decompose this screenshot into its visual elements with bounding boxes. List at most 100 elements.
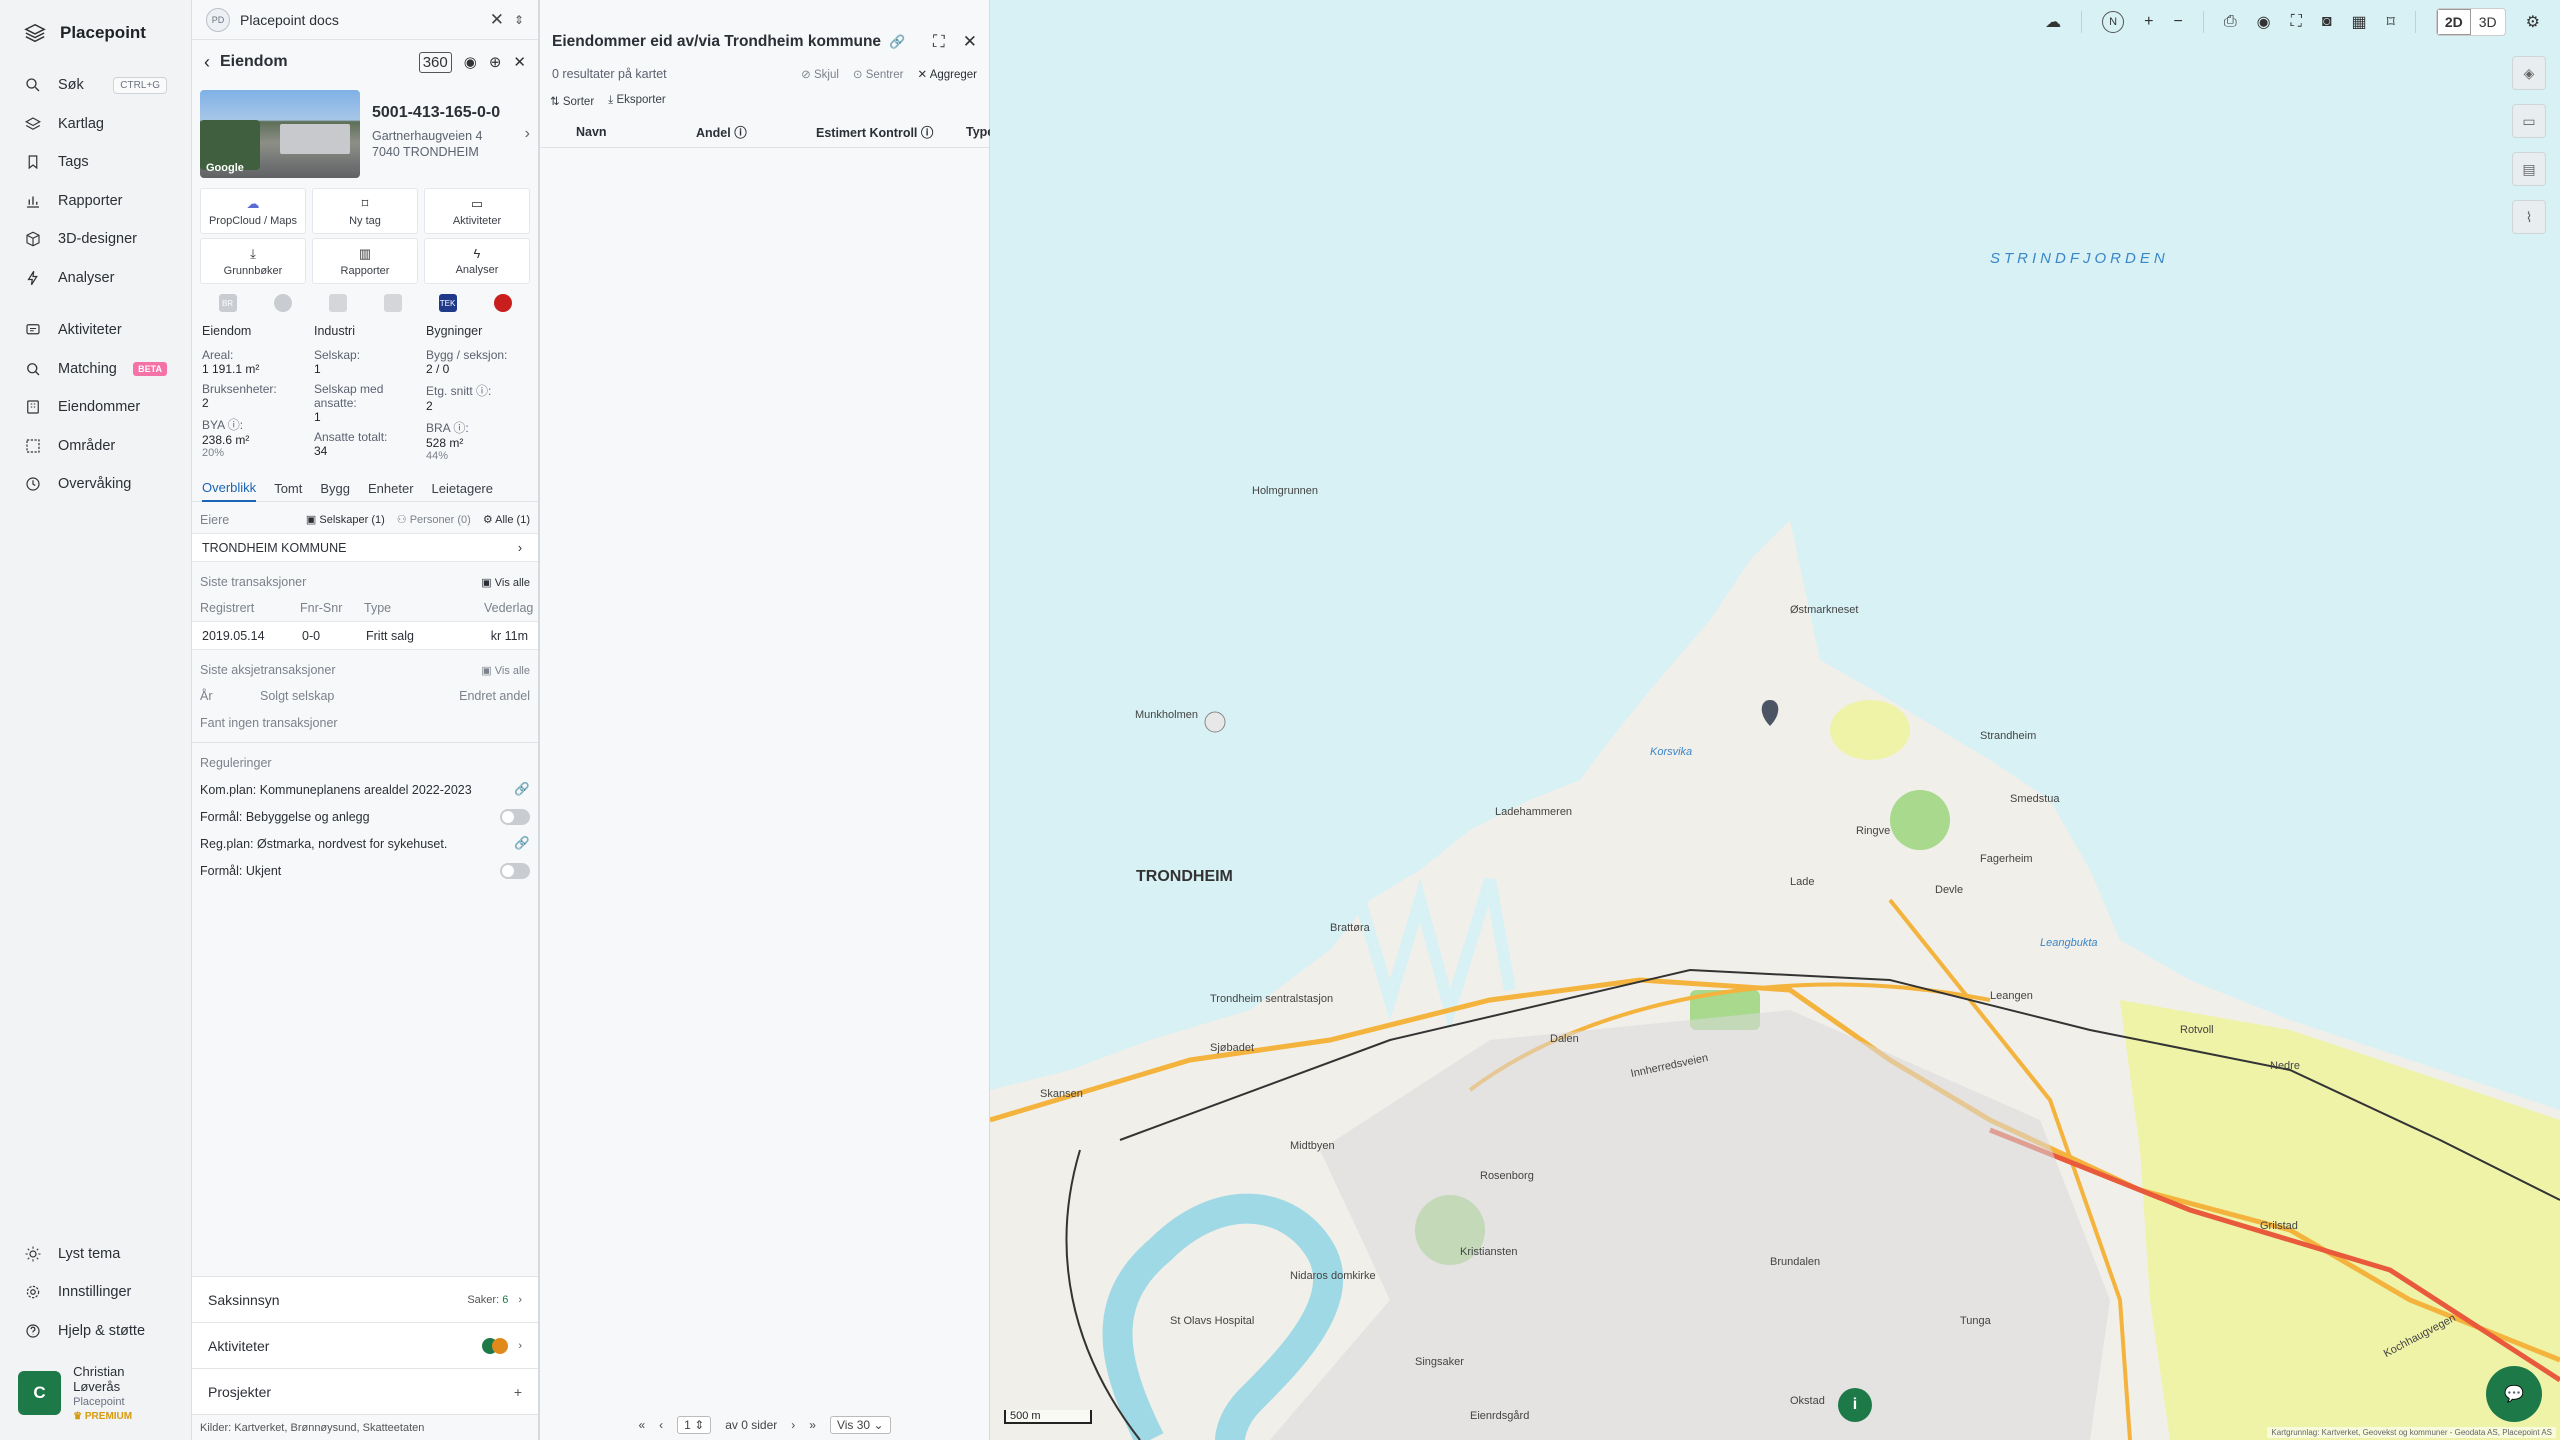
back-icon[interactable]: ‹ <box>204 52 210 73</box>
nav-item-eiendommer[interactable]: Eiendommer <box>0 388 191 427</box>
action-grunnbøker-button[interactable]: ⤓ Grunnbøker <box>200 238 306 284</box>
tab-tomt[interactable]: Tomt <box>274 476 302 502</box>
saksinnsyn-row[interactable]: Saksinnsyn Saker: 6 › <box>192 1276 538 1322</box>
settings-icon[interactable]: ⚙ <box>2526 12 2540 32</box>
add-icon[interactable]: ⊕ <box>489 53 502 71</box>
chart-icon <box>27 196 39 208</box>
tab-enheter[interactable]: Enheter <box>368 476 414 502</box>
user-profile[interactable]: C Christian Løverås Placepoint ♛ PREMIUM <box>0 1350 191 1440</box>
view-3d-button[interactable]: 3D <box>2470 9 2505 35</box>
north-icon[interactable]: N <box>2102 11 2125 33</box>
toggle-switch[interactable] <box>500 808 530 825</box>
owner-row[interactable]: TRONDHEIM KOMMUNE › <box>192 534 538 561</box>
action-aktiviteter-button[interactable]: ▭ Aktiviteter <box>424 188 530 234</box>
page-input[interactable]: 1 ⇕ <box>677 1416 712 1434</box>
house-icon[interactable] <box>493 294 512 312</box>
col-name[interactable]: Navn <box>576 125 696 139</box>
close-panel-icon[interactable]: ✕ <box>513 53 526 71</box>
grid-icon[interactable]: ▦ <box>2352 12 2367 32</box>
layers-toggle-icon[interactable]: ☁ <box>2045 12 2061 32</box>
nav-item-tags[interactable]: Tags <box>0 143 191 182</box>
action-ny-tag-button[interactable]: ⌑ Ny tag <box>312 188 418 234</box>
tab-leietagere[interactable]: Leietagere <box>432 476 493 502</box>
info-button[interactable]: i <box>1838 1388 1872 1422</box>
per-page-select[interactable]: Vis 30 ⌄ <box>829 1416 891 1434</box>
br-source-icon[interactable]: BR <box>218 294 237 312</box>
tab-overblikk[interactable]: Overblikk <box>202 476 257 502</box>
results-table-header: Navn Andel ⓘ Estimert Kontroll ⓘ Type <box>540 116 994 148</box>
updown-icon[interactable]: ⇕ <box>514 13 524 27</box>
col-control[interactable]: Estimert Kontroll ⓘ <box>816 122 966 141</box>
camera-icon[interactable]: ◙ <box>2322 13 2332 31</box>
aktiviteter-row[interactable]: Aktiviteter › <box>192 1322 538 1368</box>
col-share[interactable]: Andel ⓘ <box>696 122 816 141</box>
close-icon[interactable]: ✕ <box>490 10 504 30</box>
nav-item-overvåking[interactable]: Overvåking <box>0 465 191 504</box>
action-propcloud-maps-button[interactable]: ☁ PropCloud / Maps <box>200 188 306 234</box>
regulation-row-1[interactable]: Kom.plan: Kommuneplanens arealdel 2022-2… <box>200 776 530 803</box>
sort-button[interactable]: ⇅ Sorter <box>550 94 594 108</box>
next-page-button[interactable]: › <box>791 1418 795 1432</box>
map-canvas[interactable]: STRINDFJORDEN Holmgrunnen Munkholmen Øst… <box>990 0 2560 1440</box>
eye-icon[interactable]: ◉ <box>2257 12 2271 32</box>
nav-item-matching[interactable]: Matching BETA <box>0 350 191 389</box>
filter-companies[interactable]: ▣ Selskaper (1) <box>306 513 385 526</box>
zoom-out-button[interactable]: − <box>2174 13 2183 31</box>
plus-icon[interactable]: + <box>514 1384 522 1400</box>
print-icon[interactable]: ⎙ <box>2224 13 2237 31</box>
tab-bygg[interactable]: Bygg <box>320 476 350 502</box>
close-icon[interactable]: ✕ <box>963 32 977 52</box>
nav-item-innstillinger[interactable]: Innstillinger <box>0 1273 191 1312</box>
view-2d-button[interactable]: 2D <box>2436 9 2471 35</box>
center-button[interactable]: ⊙ Sentrer <box>853 67 904 81</box>
chevron-right-icon[interactable]: › <box>525 125 530 143</box>
bookmark-icon[interactable]: ⌑ <box>2387 12 2395 32</box>
globe-icon[interactable] <box>273 294 292 312</box>
nav-item-lyst-tema[interactable]: Lyst tema <box>0 1235 191 1274</box>
zoom-in-button[interactable]: + <box>2144 13 2153 31</box>
nav-item-kartlag[interactable]: Kartlag <box>0 105 191 144</box>
nav-item-3d-designer[interactable]: 3D-designer <box>0 220 191 259</box>
docs-title[interactable]: Placepoint docs <box>240 12 339 28</box>
filter-persons[interactable]: ⚇ Personer (0) <box>397 513 471 526</box>
prosjekter-row[interactable]: Prosjekter + <box>192 1368 538 1414</box>
property-summary[interactable]: Google 5001-413-165-0-0 Gartnerhaugveien… <box>192 84 538 188</box>
prev-page-button[interactable]: ‹ <box>659 1418 663 1432</box>
last-page-button[interactable]: » <box>809 1418 816 1432</box>
bars-icon[interactable] <box>383 294 402 312</box>
filter-all[interactable]: ⚙ Alle (1) <box>483 513 530 526</box>
first-page-button[interactable]: « <box>638 1418 645 1432</box>
expand-icon[interactable]: ⛶ <box>933 32 945 52</box>
fullscreen-icon[interactable]: ⛶ <box>2291 13 2302 31</box>
nav-item-hjelp-støtte[interactable]: Hjelp & støtte <box>0 1312 191 1351</box>
transaction-row[interactable]: 2019.05.14 0-0 Fritt salg kr 11m <box>192 622 538 649</box>
aggregate-button[interactable]: ✕ Aggreger <box>917 67 977 81</box>
view-all-share[interactable]: ▣ Vis alle <box>481 664 530 677</box>
nav-item-søk[interactable]: Søk CTRL+G <box>0 66 191 105</box>
nav-item-rapporter[interactable]: Rapporter <box>0 182 191 221</box>
nav-item-analyser[interactable]: Analyser <box>0 259 191 298</box>
link-icon[interactable]: 🔗 <box>514 782 530 797</box>
action-analyser-button[interactable]: ϟ Analyser <box>424 238 530 284</box>
nav-item-områder[interactable]: Områder <box>0 427 191 466</box>
export-button[interactable]: ⤓ Eksporter <box>608 94 666 108</box>
tek-source-icon[interactable]: TEK <box>438 294 457 312</box>
tree-icon[interactable] <box>328 294 347 312</box>
hide-button[interactable]: ⊘ Skjul <box>801 67 839 81</box>
view-all-transactions[interactable]: ▣ Vis alle <box>481 576 530 589</box>
nav-item-aktiviteter[interactable]: Aktiviteter <box>0 311 191 350</box>
link-icon[interactable]: 🔗 <box>514 836 530 851</box>
layer-style-button[interactable]: ◈ <box>2512 56 2546 90</box>
brand[interactable]: Placepoint <box>0 0 191 66</box>
toggle-switch[interactable] <box>500 862 530 879</box>
action-rapporter-button[interactable]: ▥ Rapporter <box>312 238 418 284</box>
regulation-row-2[interactable]: Reg.plan: Østmarka, nordvest for sykehus… <box>200 830 530 857</box>
property-photo[interactable]: Google <box>200 90 360 178</box>
eye-icon[interactable]: ◉ <box>464 53 477 71</box>
measure-button[interactable]: ▭ <box>2512 104 2546 138</box>
link-icon[interactable]: 🔗 <box>889 34 905 50</box>
chat-button[interactable]: 💬 <box>2486 1366 2542 1422</box>
profile-button[interactable]: ⌇ <box>2512 200 2546 234</box>
chart-button[interactable]: ▤ <box>2512 152 2546 186</box>
view-360-button[interactable]: 360 <box>418 51 452 73</box>
